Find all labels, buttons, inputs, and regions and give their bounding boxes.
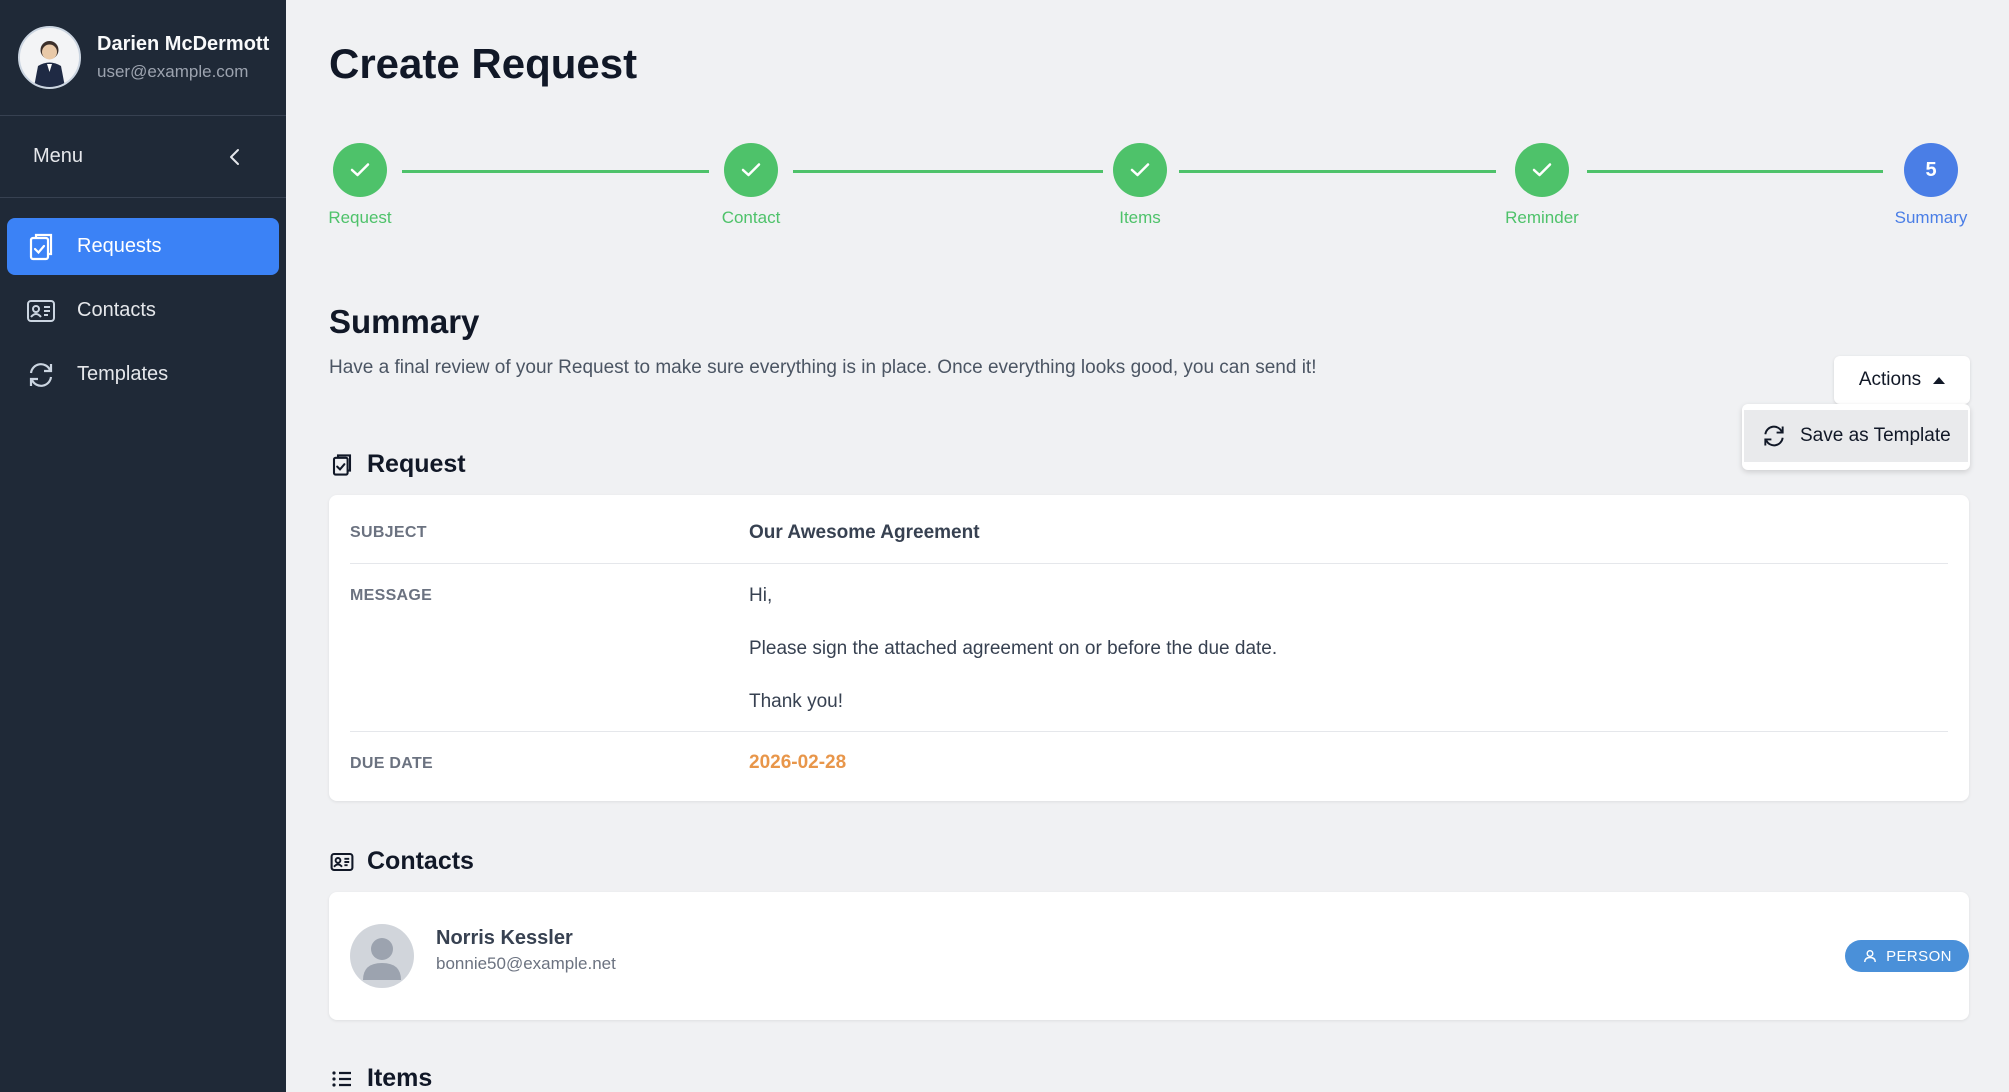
subject-value: Our Awesome Agreement xyxy=(749,522,980,543)
step-number: 5 xyxy=(1904,143,1958,197)
sidebar-item-requests[interactable]: Requests xyxy=(7,218,279,275)
person-icon xyxy=(1862,948,1878,964)
contact-name: Norris Kessler xyxy=(436,927,573,949)
actions-label: Actions xyxy=(1858,369,1922,390)
user-name: Darien McDermott xyxy=(97,33,270,55)
request-message-row: MESSAGE Hi, Please sign the attached agr… xyxy=(350,564,1948,732)
message-key: MESSAGE xyxy=(350,587,433,604)
step-label: Reminder xyxy=(1505,208,1579,227)
summary-title: Summary xyxy=(329,303,480,340)
sidebar-nav: Requests Contacts Templates xyxy=(0,198,286,403)
message-line: Hi, xyxy=(749,585,773,606)
save-as-template-label: Save as Template xyxy=(1800,425,1951,446)
save-as-template-item[interactable]: Save as Template xyxy=(1744,410,1968,462)
sidebar-item-templates[interactable]: Templates xyxy=(7,346,279,403)
contact-type-badge: PERSON xyxy=(1845,940,1969,972)
check-icon xyxy=(1515,143,1569,197)
page-title: Create Request xyxy=(329,40,638,87)
actions-button[interactable]: Actions xyxy=(1834,356,1970,404)
step-connector xyxy=(1587,170,1883,173)
actions-dropdown: Save as Template xyxy=(1742,404,1970,470)
request-heading-label: Request xyxy=(367,450,466,478)
step-label: Contact xyxy=(721,208,781,227)
user-email: user@example.com xyxy=(97,62,249,81)
caret-up-icon xyxy=(1933,376,1946,384)
clipboard-check-icon xyxy=(329,452,355,478)
contact-avatar xyxy=(350,924,414,988)
check-icon xyxy=(724,143,778,197)
check-icon xyxy=(333,143,387,197)
step-connector xyxy=(1179,170,1496,173)
step-items[interactable]: Items xyxy=(1080,140,1200,228)
step-connector xyxy=(402,170,709,173)
contacts-heading: Contacts xyxy=(329,847,474,876)
due-date-value: 2026-02-28 xyxy=(749,752,847,773)
clipboard-check-icon xyxy=(25,231,57,263)
contact-card-icon xyxy=(329,849,355,875)
menu-header: Menu xyxy=(0,116,286,198)
step-label: Summary xyxy=(1894,208,1968,227)
items-heading: Items xyxy=(329,1064,432,1092)
request-card: SUBJECT Our Awesome Agreement MESSAGE Hi… xyxy=(329,495,1969,801)
request-heading: Request xyxy=(329,450,466,479)
chevron-left-icon[interactable] xyxy=(224,146,246,168)
sidebar: Darien McDermott user@example.com Menu R… xyxy=(0,0,286,1092)
sidebar-item-label: Requests xyxy=(77,235,162,257)
step-label: Items xyxy=(1119,208,1161,227)
request-due-row: DUE DATE 2026-02-28 xyxy=(350,732,1948,801)
badge-label: PERSON xyxy=(1886,947,1952,965)
contact-card[interactable]: Norris Kessler bonnie50@example.net PERS… xyxy=(329,892,1969,1020)
step-contact[interactable]: Contact xyxy=(691,140,811,228)
menu-label: Menu xyxy=(33,145,84,167)
step-reminder[interactable]: Reminder xyxy=(1482,140,1602,228)
message-line: Thank you! xyxy=(749,691,843,712)
sidebar-item-contacts[interactable]: Contacts xyxy=(7,282,279,339)
step-request[interactable]: Request xyxy=(300,140,420,228)
request-subject-row: SUBJECT Our Awesome Agreement xyxy=(350,495,1948,564)
contact-email: bonnie50@example.net xyxy=(436,954,616,973)
sidebar-item-label: Contacts xyxy=(77,299,156,321)
step-label: Request xyxy=(328,208,392,227)
items-heading-label: Items xyxy=(367,1064,433,1092)
message-line: Please sign the attached agreement on or… xyxy=(749,638,1278,659)
list-icon xyxy=(329,1066,355,1092)
stepper: Request Contact Items Reminder 5 Summary xyxy=(328,140,1969,230)
step-connector xyxy=(793,170,1103,173)
contacts-heading-label: Contacts xyxy=(367,847,474,875)
summary-description: Have a final review of your Request to m… xyxy=(329,357,1317,378)
sidebar-item-label: Templates xyxy=(77,363,169,385)
step-summary[interactable]: 5 Summary xyxy=(1871,140,1991,228)
check-icon xyxy=(1113,143,1167,197)
refresh-icon xyxy=(1760,422,1788,450)
contact-card-icon xyxy=(25,295,57,327)
user-profile[interactable]: Darien McDermott user@example.com xyxy=(0,0,286,116)
due-date-key: DUE DATE xyxy=(350,755,433,772)
main-content: Create Request Request Contact Items Rem… xyxy=(286,0,2009,1092)
refresh-icon xyxy=(25,359,57,391)
subject-key: SUBJECT xyxy=(350,524,427,541)
user-avatar xyxy=(18,26,81,89)
